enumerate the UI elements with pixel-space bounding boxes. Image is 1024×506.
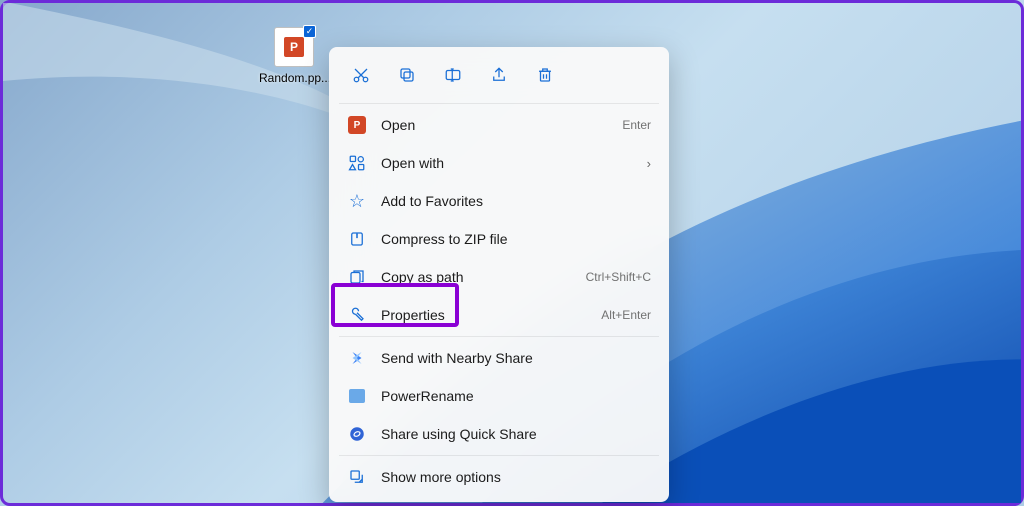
rename-button[interactable] bbox=[433, 57, 473, 93]
more-options-icon bbox=[347, 467, 367, 487]
file-name-label: Random.pp... bbox=[259, 71, 329, 85]
quick-share-icon bbox=[347, 424, 367, 444]
file-thumbnail: P ✓ bbox=[274, 27, 314, 67]
menu-label: Add to Favorites bbox=[381, 193, 651, 209]
menu-label: Show more options bbox=[381, 469, 651, 485]
desktop-file-powerpoint[interactable]: P ✓ Random.pp... bbox=[259, 27, 329, 85]
menu-label: Send with Nearby Share bbox=[381, 350, 651, 366]
open-with-icon bbox=[347, 153, 367, 173]
cut-icon bbox=[352, 66, 370, 84]
menu-label: PowerRename bbox=[381, 388, 651, 404]
menu-label: Properties bbox=[381, 307, 601, 323]
menu-item-show-more-options[interactable]: Show more options bbox=[335, 458, 663, 496]
cut-button[interactable] bbox=[341, 57, 381, 93]
share-button[interactable] bbox=[479, 57, 519, 93]
menu-item-open[interactable]: P Open Enter bbox=[335, 106, 663, 144]
selected-checkmark-icon: ✓ bbox=[303, 25, 316, 38]
menu-separator bbox=[339, 336, 659, 337]
delete-icon bbox=[536, 66, 554, 84]
star-icon: ☆ bbox=[347, 191, 367, 211]
copy-button[interactable] bbox=[387, 57, 427, 93]
menu-item-properties[interactable]: Properties Alt+Enter bbox=[335, 296, 663, 334]
menu-label: Open with bbox=[381, 155, 647, 171]
menu-item-powerrename[interactable]: PowerRename bbox=[335, 377, 663, 415]
menu-item-add-favorites[interactable]: ☆ Add to Favorites bbox=[335, 182, 663, 220]
delete-button[interactable] bbox=[525, 57, 565, 93]
powerrename-icon bbox=[347, 386, 367, 406]
shortcut-hint: Ctrl+Shift+C bbox=[586, 270, 651, 284]
shortcut-hint: Alt+Enter bbox=[601, 308, 651, 322]
share-icon bbox=[490, 66, 508, 84]
powerpoint-icon: P bbox=[347, 115, 367, 135]
shortcut-hint: Enter bbox=[622, 118, 651, 132]
menu-item-copy-as-path[interactable]: Copy as path Ctrl+Shift+C bbox=[335, 258, 663, 296]
menu-separator bbox=[339, 103, 659, 104]
menu-label: Share using Quick Share bbox=[381, 426, 651, 442]
copy-icon bbox=[398, 66, 416, 84]
action-bar bbox=[335, 53, 663, 101]
nearby-share-icon bbox=[347, 348, 367, 368]
context-menu: P Open Enter Open with › ☆ Add to Favori… bbox=[329, 47, 669, 502]
zip-icon bbox=[347, 229, 367, 249]
chevron-right-icon: › bbox=[647, 156, 651, 171]
powerpoint-badge: P bbox=[284, 37, 304, 57]
menu-item-open-with[interactable]: Open with › bbox=[335, 144, 663, 182]
menu-item-nearby-share[interactable]: Send with Nearby Share bbox=[335, 339, 663, 377]
menu-label: Compress to ZIP file bbox=[381, 231, 651, 247]
properties-icon bbox=[347, 305, 367, 325]
copy-path-icon bbox=[347, 267, 367, 287]
menu-label: Copy as path bbox=[381, 269, 586, 285]
menu-item-compress-zip[interactable]: Compress to ZIP file bbox=[335, 220, 663, 258]
rename-icon bbox=[443, 66, 463, 84]
menu-item-quick-share[interactable]: Share using Quick Share bbox=[335, 415, 663, 453]
menu-label: Open bbox=[381, 117, 622, 133]
menu-separator bbox=[339, 455, 659, 456]
